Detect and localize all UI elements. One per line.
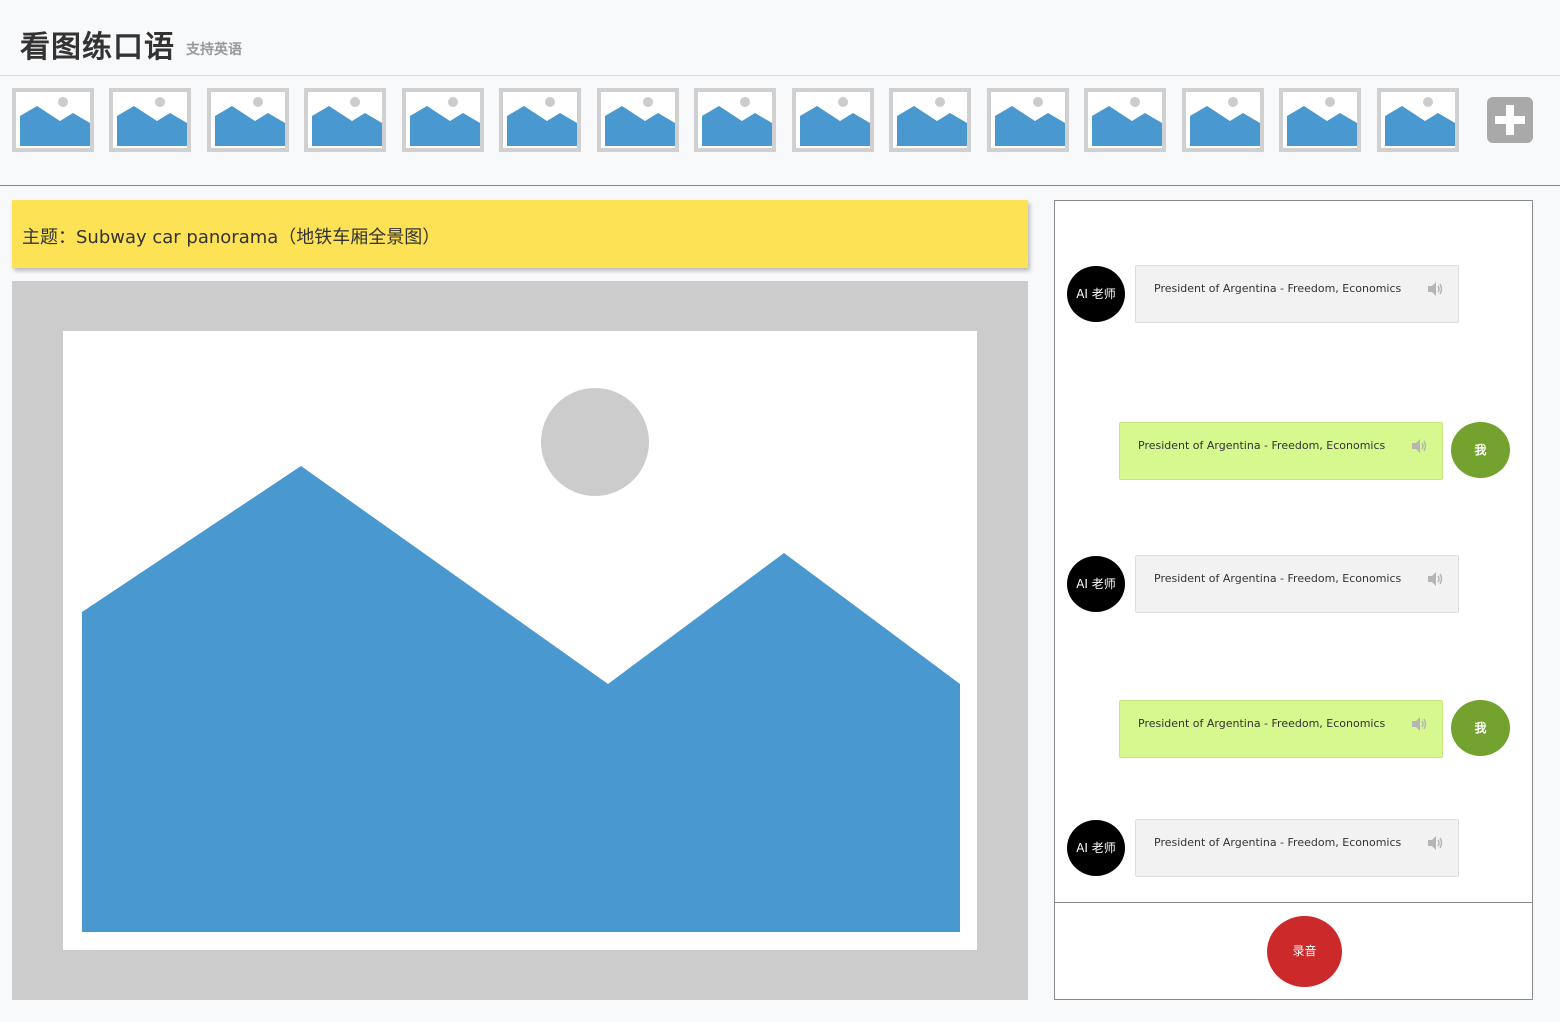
thumbnail-7[interactable] (597, 88, 679, 152)
me-avatar: 我 (1451, 700, 1510, 756)
app-header: 看图练口语 支持英语 (0, 0, 1560, 76)
image-placeholder-icon (1186, 92, 1260, 148)
message-text: President of Argentina - Freedom, Econom… (1154, 836, 1402, 849)
speaker-icon[interactable] (1426, 834, 1444, 852)
speaker-icon[interactable] (1426, 570, 1444, 588)
image-placeholder-icon (1088, 92, 1162, 148)
app-subtitle: 支持英语 (186, 42, 242, 58)
image-placeholder-icon (893, 92, 967, 148)
image-placeholder-icon (503, 92, 577, 148)
thumbnail-8[interactable] (694, 88, 776, 152)
thumbnail-5[interactable] (402, 88, 484, 152)
speaker-icon[interactable] (1410, 437, 1428, 455)
message-text: President of Argentina - Freedom, Econom… (1154, 572, 1402, 585)
speaker-icon[interactable] (1426, 280, 1444, 298)
thumbnail-6[interactable] (499, 88, 581, 152)
image-placeholder-icon (601, 92, 675, 148)
thumbnail-11[interactable] (987, 88, 1069, 152)
record-button[interactable]: 录音 (1267, 916, 1342, 987)
chat-bubble-ai: President of Argentina - Freedom, Econom… (1135, 265, 1459, 323)
message-text: President of Argentina - Freedom, Econom… (1138, 717, 1386, 730)
image-placeholder-icon (406, 92, 480, 148)
chat-bubble-me: President of Argentina - Freedom, Econom… (1119, 700, 1443, 758)
ai-teacher-avatar: AI 老师 (1067, 266, 1125, 322)
thumbnail-strip (0, 76, 1560, 186)
thumbnail-15[interactable] (1377, 88, 1459, 152)
thumbnail-13[interactable] (1182, 88, 1264, 152)
ai-teacher-avatar: AI 老师 (1067, 820, 1125, 876)
plus-icon (1495, 105, 1525, 135)
topic-bar: 主题：Subway car panorama（地铁车厢全景图） (12, 200, 1028, 268)
chat-bubble-ai: President of Argentina - Freedom, Econom… (1135, 819, 1459, 877)
thumbnail-14[interactable] (1279, 88, 1361, 152)
image-placeholder-icon (991, 92, 1065, 148)
chat-bubble-ai: President of Argentina - Freedom, Econom… (1135, 555, 1459, 613)
image-placeholder-icon (796, 92, 870, 148)
message-text: President of Argentina - Freedom, Econom… (1138, 439, 1386, 452)
thumbnail-12[interactable] (1084, 88, 1166, 152)
add-image-button[interactable] (1487, 97, 1533, 143)
message-text: President of Argentina - Freedom, Econom… (1154, 282, 1402, 295)
thumbnail-1[interactable] (12, 88, 94, 152)
thumbnail-2[interactable] (109, 88, 191, 152)
image-placeholder-icon (1283, 92, 1357, 148)
image-placeholder-icon (698, 92, 772, 148)
main-image-placeholder (12, 281, 1028, 1000)
app-title: 看图练口语 (20, 30, 175, 65)
chat-bubble-me: President of Argentina - Freedom, Econom… (1119, 422, 1443, 480)
image-placeholder-icon (16, 92, 90, 148)
image-placeholder-icon (1381, 92, 1455, 148)
thumbnail-9[interactable] (792, 88, 874, 152)
image-placeholder-icon (211, 92, 285, 148)
thumbnail-10[interactable] (889, 88, 971, 152)
topic-text: 主题：Subway car panorama（地铁车厢全景图） (22, 227, 441, 248)
me-avatar: 我 (1451, 422, 1510, 478)
image-placeholder-icon (308, 92, 382, 148)
ai-teacher-avatar: AI 老师 (1067, 556, 1125, 612)
image-placeholder-icon (63, 331, 977, 950)
chat-message-list[interactable]: AI 老师 President of Argentina - Freedom, … (1055, 201, 1532, 903)
speaker-icon[interactable] (1410, 715, 1428, 733)
thumbnail-3[interactable] (207, 88, 289, 152)
image-placeholder-icon (113, 92, 187, 148)
thumbnail-4[interactable] (304, 88, 386, 152)
chat-panel: AI 老师 President of Argentina - Freedom, … (1054, 200, 1533, 1000)
